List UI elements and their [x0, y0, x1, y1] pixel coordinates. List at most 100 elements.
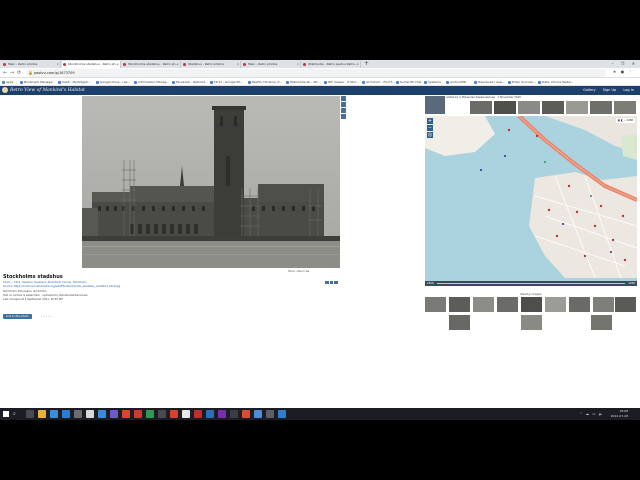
zoom-out-icon[interactable]	[341, 102, 346, 107]
close-icon[interactable]: ×	[176, 61, 179, 68]
mail-icon[interactable]	[74, 410, 82, 418]
reload-button[interactable]: ⟳	[17, 69, 21, 77]
share-icon[interactable]	[325, 280, 329, 284]
app-icon[interactable]	[230, 410, 238, 418]
close-icon[interactable]: ×	[236, 61, 239, 68]
fullscreen-icon[interactable]	[341, 108, 346, 113]
bookmark-item[interactable]: Нацпроект вод...	[474, 78, 505, 86]
timeline-slider[interactable]	[437, 283, 625, 284]
app-icon[interactable]	[278, 410, 286, 418]
app-icon[interactable]	[110, 410, 118, 418]
bookmark-item[interactable]: SumeriTC Hub	[396, 78, 421, 86]
close-icon[interactable]: ×	[356, 61, 359, 68]
map-tools[interactable]: ▣ ◧ ⌕ 1988	[615, 118, 635, 123]
nearby-thumb[interactable]	[591, 315, 612, 330]
bookmark-item[interactable]: Flickr - Google Ph...	[210, 78, 243, 86]
tab-2[interactable]: Stockholms stadshus - Retro ph... ×	[62, 61, 121, 68]
nearby-thumb[interactable]	[473, 297, 494, 312]
app-icon[interactable]	[218, 410, 226, 418]
window-controls[interactable]: – ❐ ✕	[612, 60, 638, 68]
thumb-image[interactable]	[518, 101, 540, 114]
nearby-thumb[interactable]	[521, 297, 542, 312]
windows-start-icon[interactable]	[3, 411, 9, 417]
map-timeline[interactable]: 1826 2000	[425, 281, 637, 286]
app-icon[interactable]	[206, 410, 214, 418]
tab-6[interactable]: Wikimedia - Retro pastvu Retro... ×	[302, 61, 361, 68]
app-icon[interactable]	[266, 410, 274, 418]
nearby-thumb[interactable]	[521, 315, 542, 330]
site-logo-icon[interactable]	[2, 87, 8, 93]
bookmark-item[interactable]: Systema	[424, 78, 441, 86]
thumb-image[interactable]	[614, 101, 636, 114]
map-zoom-out-button[interactable]: −	[427, 125, 433, 131]
edge-icon[interactable]	[50, 410, 58, 418]
map-zoom-in-button[interactable]: +	[427, 118, 433, 124]
bookmark-item[interactable]: Information Manag...	[134, 78, 169, 86]
tab-4[interactable]: Stadshus - Retro photos ×	[182, 61, 241, 68]
app-icon[interactable]	[134, 410, 142, 418]
bookmark-item[interactable]: AndroidHD	[446, 78, 466, 86]
nearby-thumb[interactable]	[615, 297, 636, 312]
site-title[interactable]: Retro View of Mankind's Habitat	[10, 86, 85, 95]
app-icon[interactable]	[146, 410, 154, 418]
zoom-in-icon[interactable]	[341, 96, 346, 101]
thumb-image[interactable]	[470, 101, 492, 114]
nearby-thumb[interactable]	[569, 297, 590, 312]
address-bar[interactable]: 🔒 pastvu.com/p/1673709	[26, 69, 606, 77]
menu-icon[interactable]: ⋮	[628, 69, 633, 75]
app-icon[interactable]	[158, 410, 166, 418]
bookmark-item[interactable]: Bookmark Manager	[20, 78, 53, 86]
tab-3[interactable]: Stockholms stadshus - Retro ph... ×	[122, 61, 181, 68]
bookmark-item[interactable]: WC Viewer - If Stor...	[324, 78, 359, 86]
app-icon[interactable]	[98, 410, 106, 418]
nearby-thumb[interactable]	[545, 297, 566, 312]
profile-icon[interactable]: ●	[620, 69, 625, 75]
close-icon[interactable]: ×	[116, 61, 119, 68]
map-locate-button[interactable]: ◎	[427, 132, 433, 138]
app-icon[interactable]	[86, 410, 94, 418]
nearby-thumb[interactable]	[449, 297, 470, 312]
thumb-image[interactable]	[494, 101, 516, 114]
system-tray-icons[interactable]: ⌃ ☁ ▭ 🔈	[580, 412, 604, 416]
tab-1[interactable]: Main - Retro photos ×	[2, 61, 61, 68]
main-photo[interactable]	[82, 96, 340, 268]
close-icon[interactable]: ×	[296, 61, 299, 68]
download-icon[interactable]	[341, 114, 346, 119]
close-icon[interactable]: ×	[56, 61, 59, 68]
bookmark-item[interactable]: Apps	[2, 78, 13, 86]
bookmark-item[interactable]: PastVu Timeline (Y...	[248, 78, 282, 86]
app-icon[interactable]	[182, 410, 190, 418]
taskbar-search-icon[interactable]: ⌕	[13, 411, 16, 417]
back-button[interactable]: ←	[3, 69, 7, 77]
thumb-image[interactable]	[542, 101, 564, 114]
app-icon[interactable]	[122, 410, 130, 418]
extension-icon[interactable]: ★	[612, 69, 617, 75]
new-tab-button[interactable]: +	[364, 60, 369, 68]
thumb-image[interactable]	[590, 101, 612, 114]
task-view-icon[interactable]	[26, 410, 34, 418]
map-view[interactable]: + − ◎ ▣ ◧ ⌕ 1988 1826 2000	[425, 116, 637, 286]
bookmark-item[interactable]: Data, Choice Weba...	[538, 78, 573, 86]
link-icon[interactable]	[329, 280, 333, 284]
log-in-link[interactable]: Log In	[623, 88, 634, 92]
nearby-thumb[interactable]	[593, 297, 614, 312]
nearby-thumb[interactable]	[425, 297, 446, 312]
sign-up-link[interactable]: Sign Up	[603, 88, 617, 92]
forward-button[interactable]: →	[10, 69, 14, 77]
comment-icon[interactable]	[334, 280, 338, 284]
app-icon[interactable]	[194, 410, 202, 418]
link-to-photo-button[interactable]: Link to this photo	[3, 314, 32, 320]
bookmark-item[interactable]: ArchiCom - Find T...	[362, 78, 395, 86]
store-icon[interactable]	[62, 410, 70, 418]
thumb-image[interactable]	[566, 101, 588, 114]
tab-5[interactable]: Main - Retro photos ×	[242, 61, 301, 68]
file-explorer-icon[interactable]	[38, 410, 46, 418]
avatar[interactable]	[425, 96, 445, 114]
clock[interactable]: 18:08 2022-07-28	[611, 408, 628, 419]
bookmark-item[interactable]: SALP - MyVirtgeh...	[58, 78, 91, 86]
app-icon[interactable]	[254, 410, 262, 418]
chrome-icon[interactable]	[242, 410, 250, 418]
bookmark-item[interactable]: Enter Sources...	[508, 78, 536, 86]
app-icon[interactable]	[170, 410, 178, 418]
nearby-thumb[interactable]	[449, 315, 470, 330]
